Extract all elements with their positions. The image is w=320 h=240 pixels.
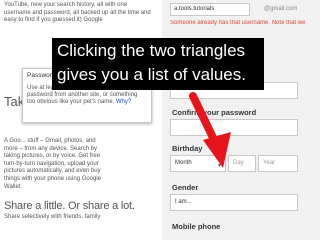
gender-value: I am... [175, 199, 192, 205]
gender-select[interactable]: I am... [170, 194, 298, 211]
year-input[interactable]: Year [258, 155, 298, 172]
caption-overlay: Clicking the two triangles gives you a l… [52, 38, 264, 90]
gender-label: Gender [172, 183, 199, 192]
caption-line-2: gives you a list of values. [57, 65, 246, 84]
username-value: a.tools.tutorials [174, 6, 215, 12]
intro-text: YouTube, new your search history, all wi… [4, 2, 151, 24]
why-link[interactable]: Why? [116, 99, 131, 105]
username-error: Someone already has that username. Note … [170, 20, 306, 26]
body-text: A Goo... stuff – Gmail, photos, and more… [4, 138, 102, 190]
year-placeholder: Year [263, 160, 276, 166]
username-input[interactable]: a.tools.tutorials [170, 3, 250, 16]
share-text: Share selectively with friends, family [4, 214, 101, 220]
username-suffix: @gmail.com [264, 6, 298, 12]
mobile-phone-label: Mobile phone [172, 222, 221, 231]
caption-line-1: Clicking the two triangles [57, 41, 246, 60]
red-arrow-icon [189, 92, 231, 168]
share-heading: Share a little. Or share a lot. [4, 200, 135, 212]
